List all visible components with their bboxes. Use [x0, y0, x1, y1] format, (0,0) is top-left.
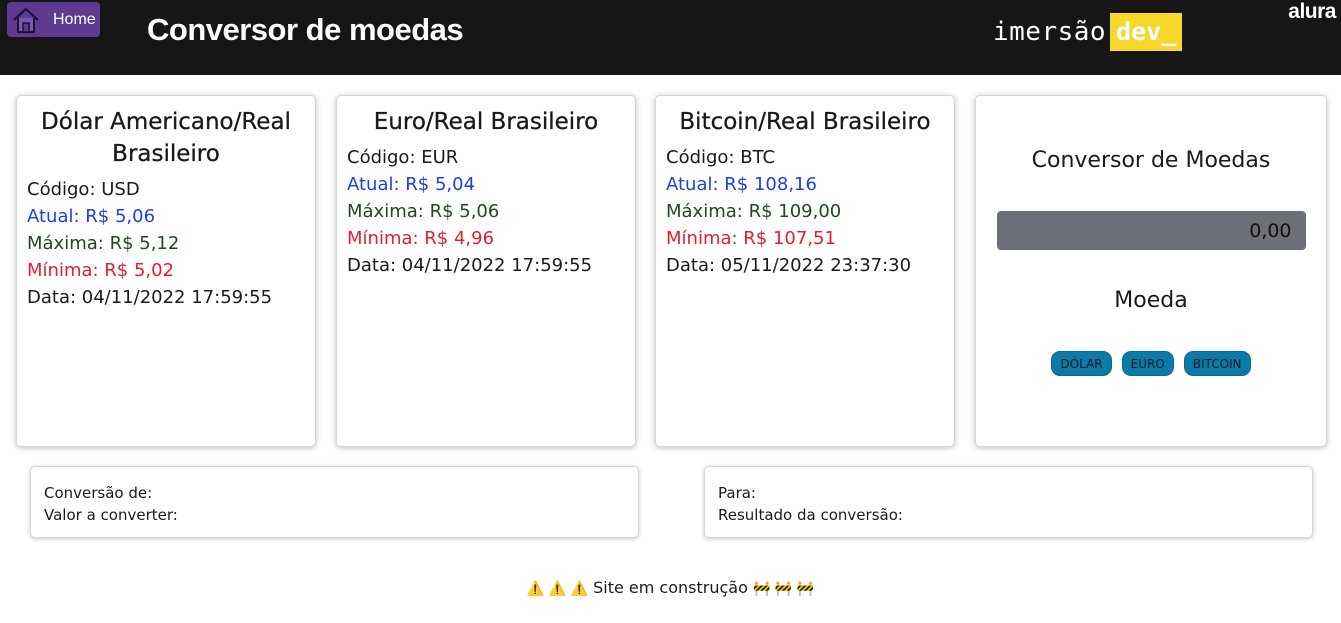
page-title: Conversor de moedas: [147, 12, 464, 47]
minima-line: Mínima: R$ 4,96: [347, 228, 495, 249]
codigo-line: Código: BTC: [666, 147, 776, 168]
brand-text: imersão: [993, 17, 1107, 47]
home-button-label: Home: [53, 10, 96, 28]
data-line: Data: 04/11/2022 17:59:55: [27, 287, 273, 308]
conversao-de-label: Conversão de:: [44, 484, 153, 502]
atual-line: Atual: R$ 5,06: [27, 206, 156, 227]
home-icon: [13, 7, 39, 33]
warning-icon: ⚠️ ⚠️ ⚠️: [526, 581, 589, 597]
card-title: Euro/Real Brasileiro: [373, 109, 599, 135]
conversion-source-box: Conversão de: Valor a converter:: [30, 466, 639, 538]
eur-card: Euro/Real Brasileiro Código: EUR Atual: …: [336, 95, 636, 447]
maxima-line: Máxima: R$ 5,06: [347, 201, 500, 222]
resultado-label: Resultado da conversão:: [718, 506, 903, 524]
btc-card: Bitcoin/Real Brasileiro Código: BTC Atua…: [655, 95, 955, 447]
converter-title: Conversor de Moedas: [1031, 148, 1271, 173]
dolar-button[interactable]: DÓLAR: [1051, 351, 1112, 376]
top-bar: Home Conversor de moedas imersão dev_ al…: [0, 0, 1341, 75]
codigo-line: Código: USD: [27, 179, 140, 200]
data-line: Data: 04/11/2022 17:59:55: [347, 255, 593, 276]
home-button[interactable]: Home: [7, 2, 100, 37]
currency-buttons: DÓLAR EURO BITCOIN: [986, 351, 1316, 376]
converter-card: Conversor de Moedas Moeda DÓLAR EURO BIT…: [975, 95, 1327, 447]
brand-dev-badge: dev_: [1110, 13, 1183, 51]
maxima-line: Máxima: R$ 109,00: [666, 201, 842, 222]
moeda-label: Moeda: [1114, 288, 1188, 313]
usd-card: Dólar Americano/Real Brasileiro Código: …: [16, 95, 316, 447]
valor-a-converter-label: Valor a converter:: [44, 506, 178, 524]
codigo-line: Código: EUR: [347, 147, 459, 168]
minima-line: Mínima: R$ 107,51: [666, 228, 836, 249]
atual-line: Atual: R$ 5,04: [347, 174, 476, 195]
card-title: Bitcoin/Real Brasileiro: [679, 109, 931, 135]
data-line: Data: 05/11/2022 23:37:30: [666, 255, 912, 276]
footer-notice: ⚠️ ⚠️ ⚠️ Site em construção 🚧 🚧 🚧: [0, 578, 1341, 597]
bitcoin-button[interactable]: BITCOIN: [1183, 351, 1251, 376]
minima-line: Mínima: R$ 5,02: [27, 260, 175, 281]
construction-icon: 🚧 🚧 🚧: [752, 581, 815, 597]
para-label: Para:: [718, 484, 756, 502]
alura-logo: alura: [1288, 0, 1336, 23]
imersao-dev-logo: imersão dev_: [993, 13, 1183, 51]
atual-line: Atual: R$ 108,16: [666, 174, 817, 195]
euro-button[interactable]: EURO: [1121, 351, 1174, 376]
conversion-result-box: Para: Resultado da conversão:: [704, 466, 1313, 538]
amount-input[interactable]: [996, 211, 1306, 250]
card-title: Dólar Americano/Real Brasileiro: [41, 109, 291, 167]
footer-text: Site em construção: [593, 578, 748, 597]
maxima-line: Máxima: R$ 5,12: [27, 233, 180, 254]
